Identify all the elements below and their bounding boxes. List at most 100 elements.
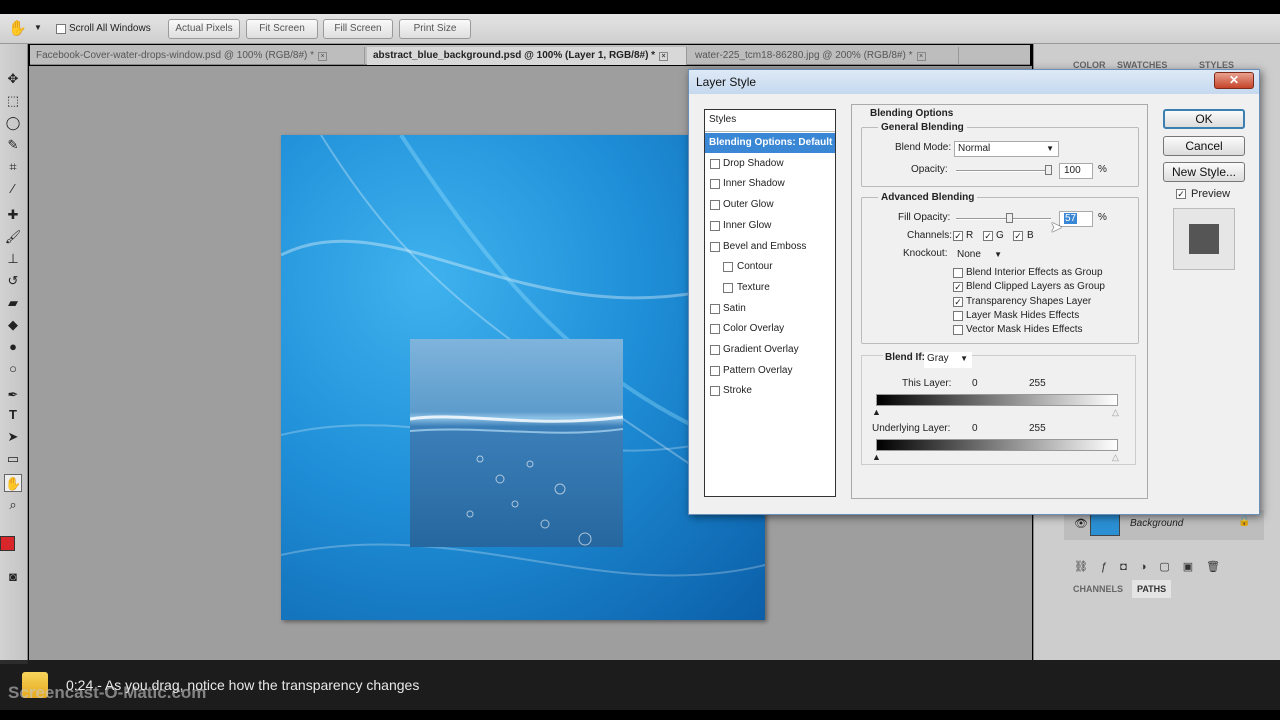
- quick-select-tool-icon[interactable]: ✎: [4, 136, 22, 154]
- close-icon[interactable]: ×: [659, 52, 669, 61]
- opacity-percent: %: [1098, 164, 1107, 175]
- style-checkbox[interactable]: [710, 179, 720, 190]
- scroll-all-windows-checkbox[interactable]: [56, 24, 66, 34]
- cancel-button[interactable]: Cancel: [1163, 136, 1245, 156]
- style-checkbox[interactable]: [710, 365, 720, 376]
- opacity-slider[interactable]: [956, 170, 1051, 172]
- this-layer-black-slider[interactable]: ▲: [872, 407, 881, 417]
- close-icon[interactable]: ×: [916, 52, 926, 61]
- lasso-tool-icon[interactable]: ◯: [4, 114, 22, 132]
- tab-paths[interactable]: PATHS: [1132, 580, 1172, 598]
- style-checkbox[interactable]: [723, 282, 733, 293]
- opacity-input[interactable]: 100: [1059, 163, 1093, 179]
- blend-if-group: Blend If: Gray ▼ This Layer: 0 255 ▲ △ U…: [861, 352, 1136, 465]
- zoom-tool-icon[interactable]: ⌕: [4, 496, 22, 514]
- dialog-title[interactable]: Layer Style: [689, 70, 1259, 94]
- underlying-black-slider[interactable]: ▲: [872, 452, 881, 462]
- style-item[interactable]: Gradient Overlay: [705, 340, 835, 360]
- healing-brush-icon[interactable]: ✚: [4, 206, 22, 224]
- clone-stamp-icon[interactable]: ⊥: [4, 250, 22, 268]
- style-checkbox[interactable]: [710, 241, 720, 252]
- foreground-color-swatch[interactable]: [0, 536, 15, 551]
- channel-b-checkbox[interactable]: ✓: [1013, 231, 1023, 241]
- underlying-gradient[interactable]: [876, 439, 1118, 451]
- paint-bucket-icon[interactable]: ◆: [4, 316, 22, 334]
- style-item[interactable]: Pattern Overlay: [705, 361, 835, 381]
- style-item[interactable]: Texture: [705, 278, 835, 298]
- crop-tool-icon[interactable]: ⌗: [4, 158, 22, 176]
- close-button[interactable]: ✕: [1214, 72, 1254, 89]
- style-item-label: Inner Shadow: [723, 178, 785, 190]
- hand-tool-icon[interactable]: ✋: [8, 19, 27, 37]
- underlying-white-slider[interactable]: △: [1112, 452, 1119, 463]
- style-checkbox[interactable]: [710, 303, 720, 314]
- new-style-button[interactable]: New Style...: [1163, 162, 1245, 182]
- style-item[interactable]: Stroke: [705, 381, 835, 401]
- fill-opacity-slider[interactable]: [956, 218, 1051, 220]
- eye-icon[interactable]: 👁: [1074, 517, 1088, 530]
- style-item[interactable]: Inner Glow: [705, 216, 835, 236]
- fill-screen-button[interactable]: Fill Screen: [323, 19, 393, 39]
- knockout-select[interactable]: None ▼: [954, 248, 1006, 264]
- blend-mode-select[interactable]: Normal ▼: [954, 141, 1059, 157]
- advanced-option-checkbox[interactable]: [953, 268, 963, 278]
- move-tool-icon[interactable]: ✥: [4, 70, 22, 88]
- fit-screen-button[interactable]: Fit Screen: [246, 19, 318, 39]
- advanced-option-checkbox[interactable]: ✓: [953, 296, 963, 307]
- options-bar: ✋ ▼ Scroll All Windows Actual Pixels Fit…: [0, 14, 1280, 44]
- pen-tool-icon[interactable]: ✒: [4, 386, 22, 404]
- doc-tab-abstract-blue[interactable]: abstract_blue_background.psd @ 100% (Lay…: [367, 47, 687, 65]
- advanced-option-checkbox[interactable]: [953, 325, 963, 336]
- tab-channels[interactable]: CHANNELS: [1068, 580, 1128, 598]
- blend-if-value: Gray: [927, 353, 949, 364]
- marquee-tool-icon[interactable]: ⬚: [4, 92, 22, 110]
- actual-pixels-button[interactable]: Actual Pixels: [168, 19, 240, 39]
- style-checkbox[interactable]: [710, 220, 720, 231]
- eyedropper-tool-icon[interactable]: ⁄: [4, 180, 22, 198]
- fill-opacity-slider-thumb[interactable]: [1006, 213, 1013, 223]
- this-layer-gradient[interactable]: [876, 394, 1118, 406]
- style-checkbox[interactable]: [710, 345, 720, 355]
- advanced-option-checkbox[interactable]: ✓: [953, 282, 963, 293]
- blend-if-select[interactable]: Gray ▼: [924, 352, 972, 368]
- tool-preset-dropdown-icon[interactable]: ▼: [34, 23, 42, 32]
- hand-tool-icon[interactable]: ✋: [4, 474, 22, 492]
- blur-tool-icon[interactable]: ●: [4, 338, 22, 356]
- doc-tab-facebook-cover[interactable]: Facebook-Cover-water-drops-window.psd @ …: [30, 47, 365, 65]
- style-item[interactable]: Drop Shadow: [705, 154, 835, 174]
- quick-mask-icon[interactable]: ◙: [4, 568, 22, 586]
- style-item[interactable]: Contour: [705, 257, 835, 277]
- style-item[interactable]: Outer Glow: [705, 195, 835, 215]
- shape-tool-icon[interactable]: ▭: [4, 450, 22, 468]
- style-item[interactable]: Blending Options: Default: [705, 133, 835, 153]
- brush-tool-icon[interactable]: 🖌: [4, 228, 22, 246]
- style-checkbox[interactable]: [710, 200, 720, 211]
- opacity-slider-thumb[interactable]: [1045, 165, 1052, 175]
- water-layer-image[interactable]: [410, 339, 623, 547]
- fill-opacity-input[interactable]: 57: [1059, 211, 1093, 227]
- type-tool-icon[interactable]: T: [4, 406, 22, 424]
- ok-button[interactable]: OK: [1163, 109, 1245, 129]
- doc-tab-water[interactable]: water-225_tcm18-86280.jpg @ 200% (RGB/8#…: [689, 47, 959, 65]
- history-brush-icon[interactable]: ↺: [4, 272, 22, 290]
- eraser-tool-icon[interactable]: ▰: [4, 294, 22, 312]
- channel-g-checkbox[interactable]: ✓: [983, 231, 993, 241]
- style-checkbox[interactable]: [723, 262, 733, 273]
- advanced-option-checkbox[interactable]: [953, 310, 963, 321]
- dodge-tool-icon[interactable]: ○: [4, 360, 22, 378]
- style-item[interactable]: Satin: [705, 299, 835, 319]
- preview-checkbox[interactable]: ✓: [1176, 189, 1186, 199]
- path-select-icon[interactable]: ➤: [4, 428, 22, 446]
- print-size-button[interactable]: Print Size: [399, 19, 471, 39]
- channel-r-checkbox[interactable]: ✓: [953, 231, 963, 241]
- close-icon[interactable]: ×: [318, 52, 328, 61]
- style-item[interactable]: Inner Shadow: [705, 174, 835, 194]
- style-item[interactable]: Color Overlay: [705, 319, 835, 339]
- style-checkbox[interactable]: [710, 386, 720, 397]
- styles-header[interactable]: Styles: [705, 110, 835, 132]
- style-checkbox[interactable]: [710, 324, 720, 335]
- style-checkbox[interactable]: [710, 158, 720, 169]
- layer-name[interactable]: Background: [1130, 518, 1183, 529]
- this-layer-white-slider[interactable]: △: [1112, 407, 1119, 418]
- style-item[interactable]: Bevel and Emboss: [705, 237, 835, 257]
